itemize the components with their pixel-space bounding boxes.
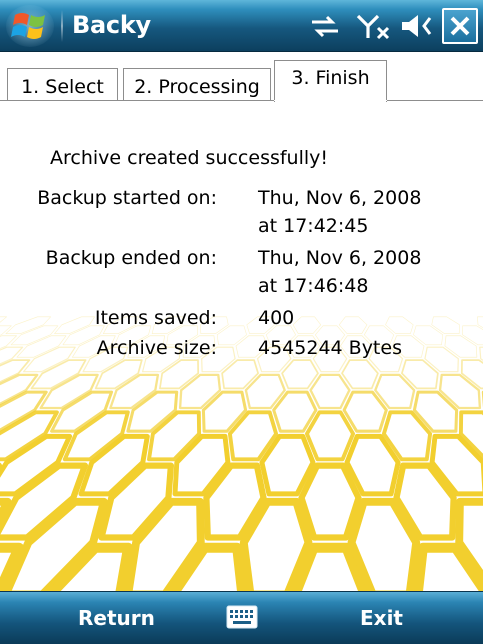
ended-date: Thu, Nov 6, 2008 <box>258 247 422 269</box>
active-tab-gap <box>274 100 387 101</box>
title-bar: Backy <box>0 0 483 52</box>
finish-panel: Archive created successfully! Backup sta… <box>0 101 483 591</box>
tab-strip: 1. Select 2. Processing 3. Finish <box>0 52 483 104</box>
success-message: Archive created successfully! <box>50 147 329 169</box>
start-button[interactable] <box>6 4 56 48</box>
tab-label: 2. Processing <box>134 75 260 98</box>
ended-label: Backup ended on: <box>45 247 217 269</box>
app-title: Backy <box>72 11 151 39</box>
items-saved-value: 400 <box>258 307 295 329</box>
archive-size-value: 4545244 Bytes <box>258 337 402 359</box>
exit-softkey[interactable]: Exit <box>360 606 403 630</box>
tab-divider <box>0 100 483 101</box>
close-button[interactable] <box>442 8 478 44</box>
windows-flag-icon <box>6 5 54 47</box>
speaker-icon[interactable] <box>400 10 436 42</box>
tab-finish[interactable]: 3. Finish <box>274 60 387 102</box>
signal-off-icon[interactable] <box>356 10 394 42</box>
ended-time: at 17:46:48 <box>258 275 369 297</box>
tab-label: 3. Finish <box>291 67 370 89</box>
archive-size-label: Archive size: <box>96 337 217 359</box>
started-time: at 17:42:45 <box>258 215 369 237</box>
started-date: Thu, Nov 6, 2008 <box>258 187 422 209</box>
close-icon <box>450 16 470 36</box>
title-separator <box>61 10 63 42</box>
return-softkey[interactable]: Return <box>78 606 155 630</box>
tab-processing[interactable]: 2. Processing <box>123 68 271 104</box>
started-label: Backup started on: <box>37 187 217 209</box>
keyboard-icon[interactable] <box>226 604 258 630</box>
sync-icon[interactable] <box>308 10 342 42</box>
softkey-bar: Return Exit <box>0 591 483 644</box>
items-saved-label: Items saved: <box>94 307 217 329</box>
tab-label: 1. Select <box>21 75 104 98</box>
tab-select[interactable]: 1. Select <box>7 68 118 104</box>
